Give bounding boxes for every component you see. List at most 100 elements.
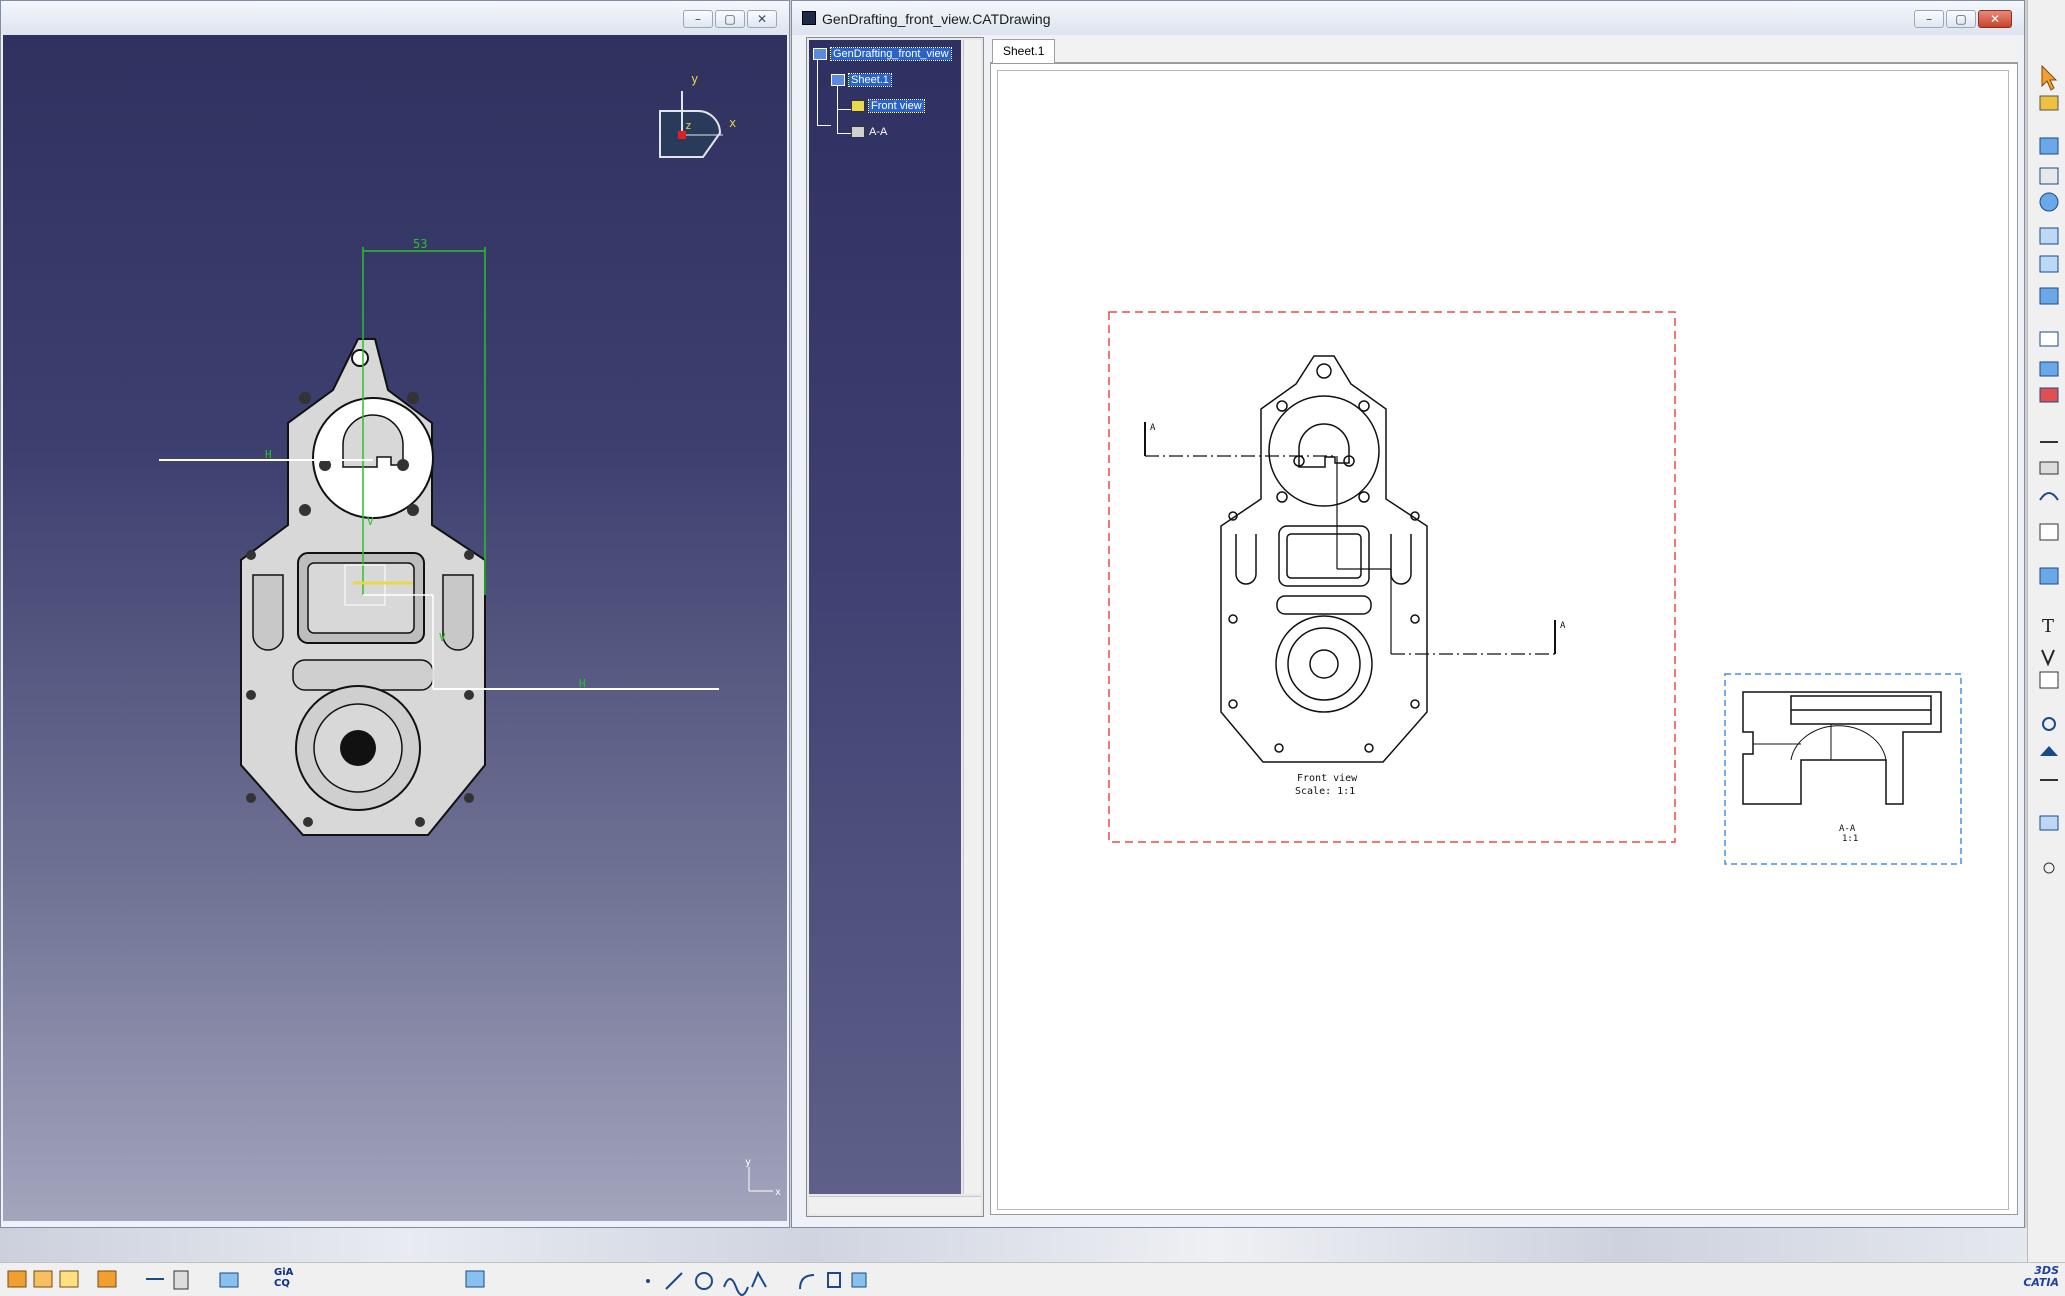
- drawing-window-titlebar: GenDrafting_front_view.CATDrawing – ▢ ✕: [792, 1, 2024, 35]
- bottom-toolbar-icons: [7, 1270, 867, 1296]
- new-view-icon[interactable]: [2039, 361, 2059, 377]
- section-marker-label[interactable]: A: [1560, 621, 1566, 631]
- spline-icon[interactable]: [723, 1278, 749, 1296]
- corner-icon[interactable]: [799, 1274, 815, 1290]
- tree-item-section-view[interactable]: A-A: [851, 126, 888, 139]
- trim-icon[interactable]: [827, 1272, 841, 1288]
- axis-z-label: z: [685, 119, 692, 132]
- dimension-system-icon[interactable]: [97, 1270, 117, 1288]
- minimize-button[interactable]: –: [1914, 10, 1944, 28]
- view-wizard-icon[interactable]: [2039, 287, 2059, 305]
- clipboard-icon[interactable]: [173, 1270, 189, 1290]
- drawing-window: GenDrafting_front_view.CATDrawing – ▢ ✕ …: [791, 0, 2025, 1228]
- tree-item-sheet[interactable]: Sheet.1: [831, 73, 892, 87]
- snap-icon[interactable]: [59, 1270, 79, 1288]
- restore-button[interactable]: ▢: [1946, 10, 1976, 28]
- close-button[interactable]: ✕: [1978, 10, 2012, 28]
- curve-icon[interactable]: [2039, 492, 2059, 501]
- axis-icon[interactable]: [2042, 717, 2056, 731]
- broken-view-icon[interactable]: [2039, 255, 2059, 273]
- mirror-icon[interactable]: [851, 1272, 867, 1288]
- drawing-canvas: A A Front view Scale: 1:1 A-A 1:1: [1108, 311, 1962, 865]
- circle-icon[interactable]: [695, 1272, 713, 1290]
- tab-sheet-1[interactable]: Sheet.1: [992, 39, 1056, 63]
- text-box-icon[interactable]: [2039, 523, 2059, 541]
- corner-axes-icon: y x: [745, 1157, 781, 1198]
- dress-up-icon[interactable]: [2040, 746, 2058, 756]
- catdrawing-icon: [802, 11, 816, 25]
- part-window-titlebar: – ▢ ✕: [1, 1, 789, 35]
- tree-item-front-view[interactable]: Front view: [851, 99, 925, 113]
- tolerance-icon[interactable]: [2039, 461, 2059, 475]
- eraser-icon[interactable]: [219, 1272, 239, 1288]
- catia-logo: 3DS CATIA: [2023, 1265, 2059, 1289]
- 3d-scene: y x z 53 H H V V y x: [159, 72, 781, 1198]
- tree-area[interactable]: GenDrafting_front_view Sheet.1 Front vie…: [809, 40, 961, 1194]
- section-view-caption[interactable]: A-A: [1839, 824, 1856, 834]
- 3d-viewport[interactable]: y x z 53 H H V V y x: [3, 35, 787, 1221]
- drafting-toolbar-icons: T: [2039, 64, 2059, 874]
- sheet-tabbar: Sheet.1: [990, 37, 2018, 63]
- text-icon[interactable]: T: [2042, 616, 2054, 637]
- select-arrow-icon[interactable]: [2041, 64, 2058, 91]
- section-view-icon: [851, 126, 865, 139]
- tree-item-label: GenDrafting_front_view: [830, 47, 952, 61]
- corner-axis-y-label: y: [745, 1157, 751, 1168]
- dimension-label[interactable]: 53: [413, 237, 427, 251]
- instantiate-icon[interactable]: [2039, 387, 2059, 403]
- part-design-window: – ▢ ✕ y x z 53 H H V V y x: [0, 0, 790, 1228]
- brand-sub-label: CATIA: [2023, 1276, 2059, 1289]
- point-icon[interactable]: [646, 1279, 650, 1283]
- tree-item-root[interactable]: GenDrafting_front_view: [813, 47, 952, 61]
- drawing-window-title: GenDrafting_front_view.CATDrawing: [822, 11, 1051, 27]
- grid-icon[interactable]: [33, 1270, 53, 1288]
- position-icon[interactable]: [2043, 862, 2055, 874]
- tree-horizontal-scrollbar[interactable]: [809, 1196, 981, 1214]
- axis-x-label: x: [729, 116, 736, 130]
- tree-vertical-scrollbar[interactable]: [963, 40, 981, 1194]
- section-view-scale[interactable]: 1:1: [1842, 834, 1858, 844]
- corner-axis-x-label: x: [775, 1187, 781, 1198]
- front-view-tool-icon[interactable]: [2039, 137, 2059, 155]
- annotation-icon[interactable]: [2039, 567, 2059, 585]
- close-button[interactable]: ✕: [747, 10, 777, 28]
- sheet-icon: [831, 74, 845, 87]
- front-view[interactable]: [1220, 355, 1428, 763]
- svg-text:T: T: [2042, 616, 2054, 637]
- cq-label: CQ: [274, 1278, 290, 1289]
- clipping-view-icon[interactable]: [2039, 227, 2059, 245]
- tree-connector: [837, 82, 851, 110]
- tree-item-label: Sheet.1: [848, 73, 892, 87]
- front-view-scale[interactable]: Scale: 1:1: [1295, 786, 1355, 797]
- section-view[interactable]: [1742, 691, 1942, 805]
- constraint-h-label: H: [265, 448, 272, 461]
- profile-icon[interactable]: [751, 1270, 767, 1288]
- line-icon[interactable]: [665, 1272, 683, 1290]
- tree-connector: [817, 58, 831, 126]
- sketch-icon[interactable]: [7, 1270, 27, 1288]
- table-icon[interactable]: [2039, 671, 2059, 689]
- restore-button[interactable]: ▢: [715, 10, 745, 28]
- compass-icon[interactable]: y x z: [659, 72, 736, 158]
- constraint-v-label: V: [367, 515, 374, 528]
- gia-tool[interactable]: GiA CQ: [274, 1267, 293, 1289]
- new-sheet-icon[interactable]: [2039, 331, 2059, 347]
- section-marker-label[interactable]: A: [1150, 423, 1156, 433]
- drafting-toolbar: T: [2027, 0, 2065, 1262]
- minimize-button[interactable]: –: [683, 10, 713, 28]
- detail-view-tool-icon[interactable]: [2039, 192, 2059, 212]
- fit-all-icon[interactable]: [2039, 95, 2059, 111]
- drawing-icon: [813, 48, 827, 61]
- axis-y-label: y: [691, 72, 698, 86]
- balloon-icon[interactable]: [2041, 649, 2055, 667]
- color-swatch-icon[interactable]: [465, 1270, 485, 1288]
- tree-item-label: A-A: [869, 126, 888, 138]
- section-view-tool-icon[interactable]: [2039, 167, 2059, 185]
- front-view-icon: [851, 100, 865, 113]
- background-strip: [0, 1228, 2027, 1262]
- constraint-v-label: V: [439, 631, 446, 644]
- layers-icon[interactable]: [2039, 815, 2059, 831]
- front-view-caption[interactable]: Front view: [1297, 773, 1358, 784]
- drawing-sheet[interactable]: A A Front view Scale: 1:1 A-A 1:1: [990, 63, 2018, 1215]
- bottom-toolbar: GiA CQ 3DS CATIA: [0, 1262, 2065, 1296]
